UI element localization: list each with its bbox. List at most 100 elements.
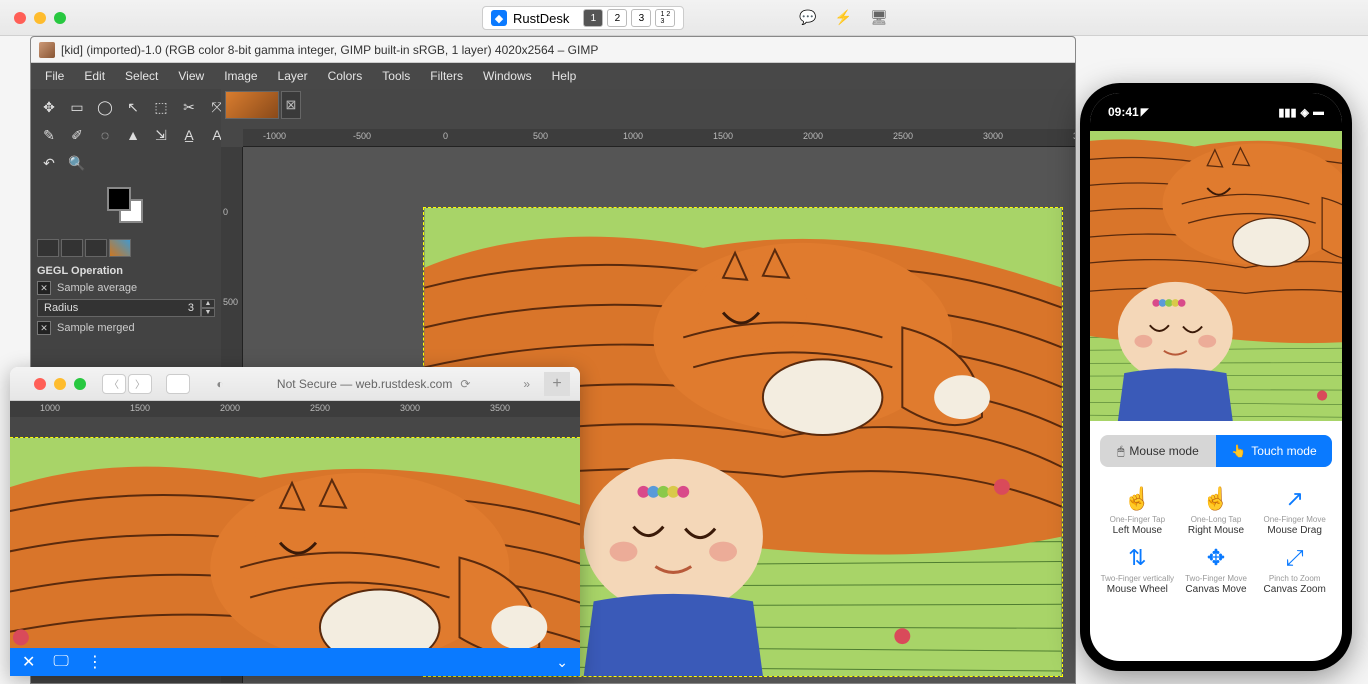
workspace-3[interactable]: 3 — [631, 9, 651, 27]
monitor-icon[interactable]: 🖵 — [53, 653, 68, 671]
phone-controls-panel: 🖱 Mouse mode 👆Touch mode ☝One-Finger TapL… — [1090, 421, 1342, 609]
titlebar-actions: 💬 ⚡ 🖥 — [799, 9, 888, 26]
gesture-hint: One-Finger Tap — [1100, 515, 1175, 524]
sidebar-toggle[interactable] — [166, 374, 190, 394]
app-title-pill: ◆ RustDesk 1 2 3 1 23 — [482, 6, 684, 30]
tool-clone[interactable]: ⇲ — [149, 123, 173, 147]
menu-image[interactable]: Image — [216, 65, 265, 87]
gesture-hint: One-Long Tap — [1179, 515, 1254, 524]
wifi-icon: ◈ — [1301, 106, 1309, 119]
device-tab-icon[interactable] — [61, 239, 83, 257]
ruler-tick: 2500 — [310, 403, 330, 413]
touch-mode-button[interactable]: 👆Touch mode — [1216, 435, 1332, 467]
tool-heal[interactable]: ↶ — [37, 151, 61, 175]
menu-edit[interactable]: Edit — [76, 65, 113, 87]
workspace-2[interactable]: 2 — [607, 9, 627, 27]
gegl-heading: GEGL Operation — [37, 265, 215, 277]
ruler-tick: 3500 — [1073, 131, 1076, 141]
remote-artwork — [10, 437, 580, 648]
shield-icon[interactable]: ◐ — [210, 377, 230, 391]
ruler-tick: 1000 — [40, 403, 60, 413]
tool-zoom[interactable]: 🔍 — [65, 151, 89, 175]
gesture-label: Canvas Move — [1179, 584, 1254, 595]
tool-bucket[interactable]: ✎ — [37, 123, 61, 147]
menu-tools[interactable]: Tools — [374, 65, 418, 87]
battery-icon: ▬ — [1313, 106, 1324, 118]
option-sample-merged[interactable]: ✕ Sample merged — [37, 321, 215, 335]
ruler-tick: 2000 — [803, 131, 823, 141]
tool-ellipse-select[interactable]: ◯ — [93, 95, 117, 119]
undo-tab-icon[interactable] — [85, 239, 107, 257]
option-sample-average[interactable]: ✕ Sample average — [37, 281, 215, 295]
phone-remote-view[interactable] — [1090, 131, 1342, 421]
tool-rect-select[interactable]: ▭ — [65, 95, 89, 119]
menu-view[interactable]: View — [170, 65, 212, 87]
radius-field[interactable]: Radius 3 ▲▼ — [37, 299, 215, 317]
remote-canvas[interactable] — [10, 417, 580, 648]
gesture-icon: ⇅ — [1100, 544, 1175, 572]
gesture-left-mouse: ☝One-Finger TapLeft Mouse — [1100, 485, 1175, 536]
bolt-icon[interactable]: ⚡ — [835, 9, 852, 26]
color-swatches[interactable] — [107, 187, 147, 227]
minimize-window[interactable] — [34, 12, 46, 24]
radius-label: Radius — [44, 302, 78, 314]
new-tab-button[interactable]: + — [544, 372, 570, 396]
images-tab-icon[interactable] — [109, 239, 131, 257]
reload-icon[interactable]: ⟳ — [460, 377, 470, 391]
tool-eraser[interactable]: ◌ — [93, 123, 117, 147]
menu-file[interactable]: File — [37, 65, 72, 87]
menu-select[interactable]: Select — [117, 65, 166, 87]
maximize-window[interactable] — [54, 12, 66, 24]
status-time: 09:41 — [1108, 105, 1139, 119]
menu-colors[interactable]: Colors — [320, 65, 371, 87]
chat-icon[interactable]: 💬 — [799, 9, 816, 26]
mouse-mode-label: Mouse mode — [1129, 444, 1198, 458]
close-window[interactable] — [14, 12, 26, 24]
gesture-label: Left Mouse — [1100, 525, 1175, 536]
back-button[interactable]: 〈 — [102, 374, 126, 394]
tool-crop[interactable]: ⬚ — [149, 95, 173, 119]
tool-move[interactable]: ✥ — [37, 95, 61, 119]
menu-layer[interactable]: Layer — [270, 65, 316, 87]
ruler-tick: 500 — [533, 131, 548, 141]
mouse-mode-button[interactable]: 🖱 Mouse mode — [1100, 435, 1216, 467]
swatch-foreground[interactable] — [107, 187, 131, 211]
mouse-icon: 🖱 — [1117, 444, 1124, 459]
close-window[interactable] — [34, 378, 46, 390]
sample-merged-label: Sample merged — [57, 322, 135, 334]
more-icon[interactable]: ⋮ — [87, 652, 103, 672]
gesture-mouse-drag: ↗One-Finger MoveMouse Drag — [1257, 485, 1332, 536]
web-client-toolbar: ✕ 🖵 ⋮ ⌄ — [10, 648, 580, 676]
workspace-grid[interactable]: 1 23 — [655, 9, 675, 27]
menu-windows[interactable]: Windows — [475, 65, 540, 87]
workspace-1[interactable]: 1 — [583, 9, 603, 27]
tool-options-tab-icon[interactable] — [37, 239, 59, 257]
menu-help[interactable]: Help — [544, 65, 585, 87]
maximize-window[interactable] — [74, 378, 86, 390]
display-icon[interactable]: 🖥 — [870, 9, 888, 26]
collapse-icon[interactable]: ⌄ — [556, 654, 568, 670]
tool-pencil[interactable]: ✐ — [65, 123, 89, 147]
menu-filters[interactable]: Filters — [422, 65, 471, 87]
tool-path[interactable]: A̲ — [177, 123, 201, 147]
tool-free-select[interactable]: ↖ — [121, 95, 145, 119]
web-ruler: 1000 1500 2000 2500 3000 3500 — [10, 401, 580, 417]
minimize-window[interactable] — [54, 378, 66, 390]
image-tab-thumbnail[interactable] — [225, 91, 279, 119]
close-option-icon[interactable]: ✕ — [37, 281, 51, 295]
forward-button[interactable]: 〉 — [128, 374, 152, 394]
overflow-icon[interactable]: » — [523, 377, 530, 391]
input-mode-toggle: 🖱 Mouse mode 👆Touch mode — [1100, 435, 1332, 467]
address-bar[interactable]: Not Secure — web.rustdesk.com⟳ — [238, 377, 509, 391]
ruler-tick: 3500 — [490, 403, 510, 413]
radius-spinner[interactable]: ▲▼ — [201, 299, 215, 317]
tool-airbrush[interactable]: ▲ — [121, 123, 145, 147]
app-name: RustDesk — [513, 11, 569, 26]
close-option-icon[interactable]: ✕ — [37, 321, 51, 335]
gesture-label: Right Mouse — [1179, 525, 1254, 536]
gimp-menubar: File Edit Select View Image Layer Colors… — [31, 63, 1075, 89]
tool-scissors[interactable]: ✂ — [177, 95, 201, 119]
close-session-icon[interactable]: ✕ — [22, 652, 35, 672]
close-tab-icon[interactable]: ⊠ — [281, 91, 301, 119]
radius-value: 3 — [188, 302, 194, 314]
